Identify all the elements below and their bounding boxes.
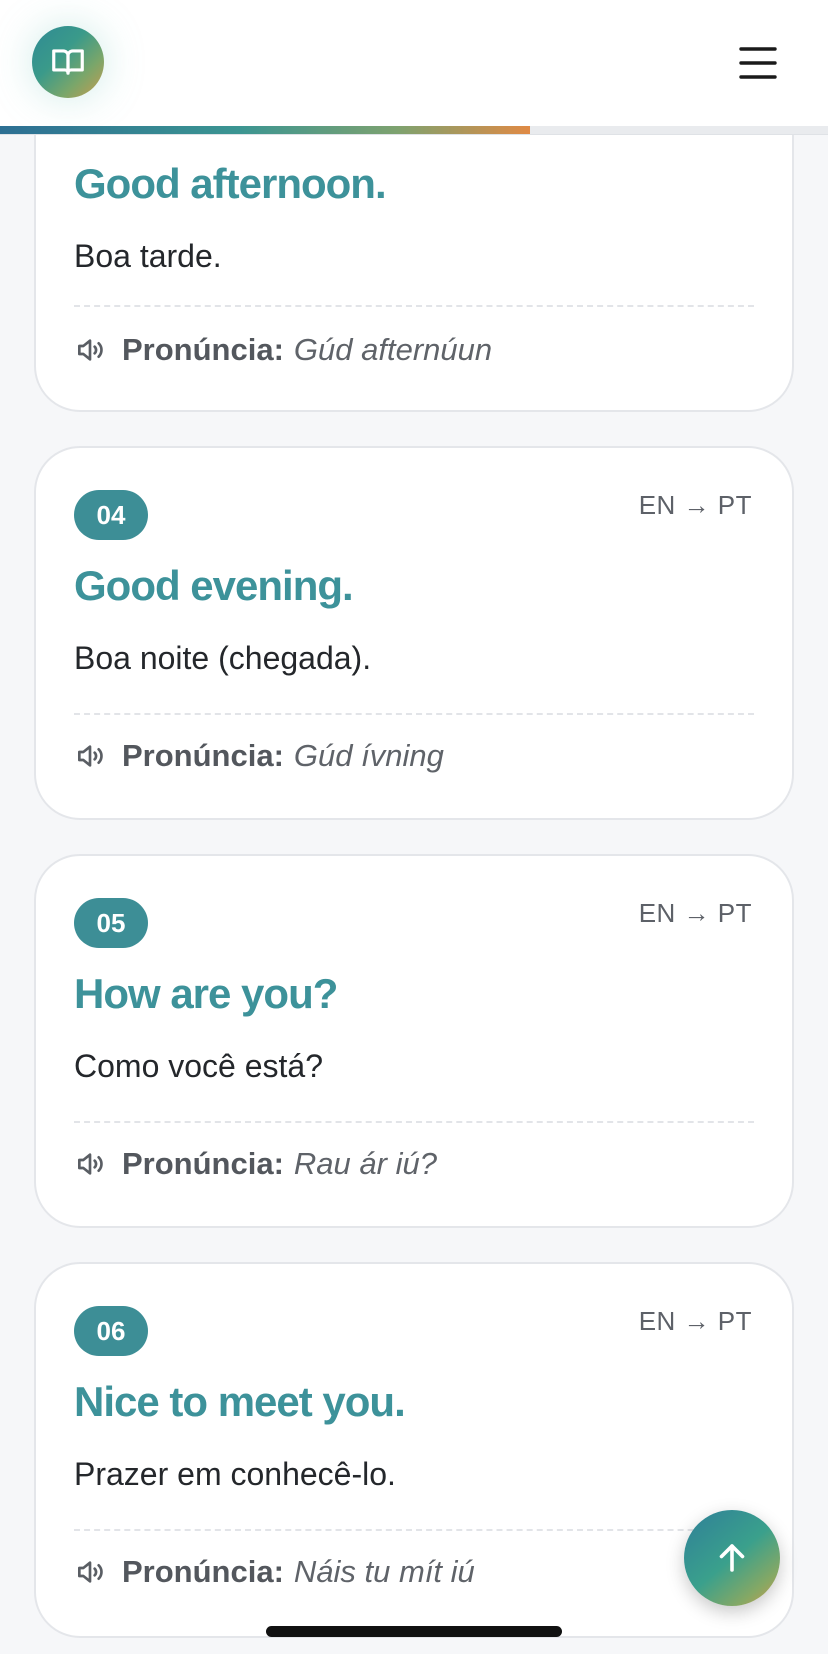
speaker-icon[interactable] [74,1148,106,1180]
language-direction: EN → PT [638,898,752,928]
pronunciation-value: Gúd ívning [293,738,444,773]
speaker-icon[interactable] [74,1556,106,1588]
phrase-number-badge: 05 [74,898,148,948]
open-book-icon [49,43,87,81]
phrase-card: 05 EN → PT How are you? Como você está? … [34,854,794,1228]
speaker-icon[interactable] [74,334,106,366]
phrase-translation: Boa tarde. [74,238,222,274]
card-divider [74,1121,754,1123]
pronunciation-row[interactable]: Pronúncia: Gúd ívning [74,738,444,774]
header-divider [0,134,828,135]
phrase-card: 06 EN → PT Nice to meet you. Prazer em c… [34,1262,794,1638]
pronunciation-row[interactable]: Pronúncia: Rau ár iú? [74,1146,437,1182]
home-indicator [266,1626,562,1637]
pronunciation-row[interactable]: Pronúncia: Gúd afternúun [74,332,492,368]
phrase-english: Nice to meet you. [74,1378,406,1425]
pronunciation-value: Náis tu mít iú [293,1554,475,1589]
phrase-english: Good afternoon. [74,160,387,207]
phrase-translation: Como você está? [74,1048,324,1084]
phrase-translation: Prazer em conhecê-lo. [74,1456,396,1492]
language-direction: EN → PT [638,1306,752,1336]
phrase-number-badge: 04 [74,490,148,540]
pronunciation-value: Gúd afternúun [293,332,493,367]
phrase-english: Good evening. [74,562,354,609]
arrow-up-icon [714,1540,750,1576]
card-divider [74,305,754,307]
card-divider [74,713,754,715]
speaker-icon[interactable] [74,740,106,772]
pronunciation-label: Pronúncia: [122,1554,284,1589]
app-header [0,0,828,126]
pronunciation-value: Rau ár iú? [293,1146,437,1181]
phrase-translation: Boa noite (chegada). [74,640,372,676]
menu-button[interactable] [730,38,786,88]
hamburger-menu-icon [739,46,777,80]
pronunciation-label: Pronúncia: [122,738,284,773]
pronunciation-label: Pronúncia: [122,332,284,367]
pronunciation-label: Pronúncia: [122,1146,284,1181]
scroll-to-top-button[interactable] [684,1510,780,1606]
phrase-number-badge: 06 [74,1306,148,1356]
app-logo[interactable] [32,26,104,98]
card-divider [74,1529,754,1531]
language-direction: EN → PT [638,490,752,520]
reading-progress-bar [0,126,828,134]
reading-progress-fill [0,126,530,134]
pronunciation-row[interactable]: Pronúncia: Náis tu mít iú [74,1554,475,1590]
phrase-english: How are you? [74,970,338,1017]
phrase-card: 04 EN → PT Good evening. Boa noite (cheg… [34,446,794,820]
